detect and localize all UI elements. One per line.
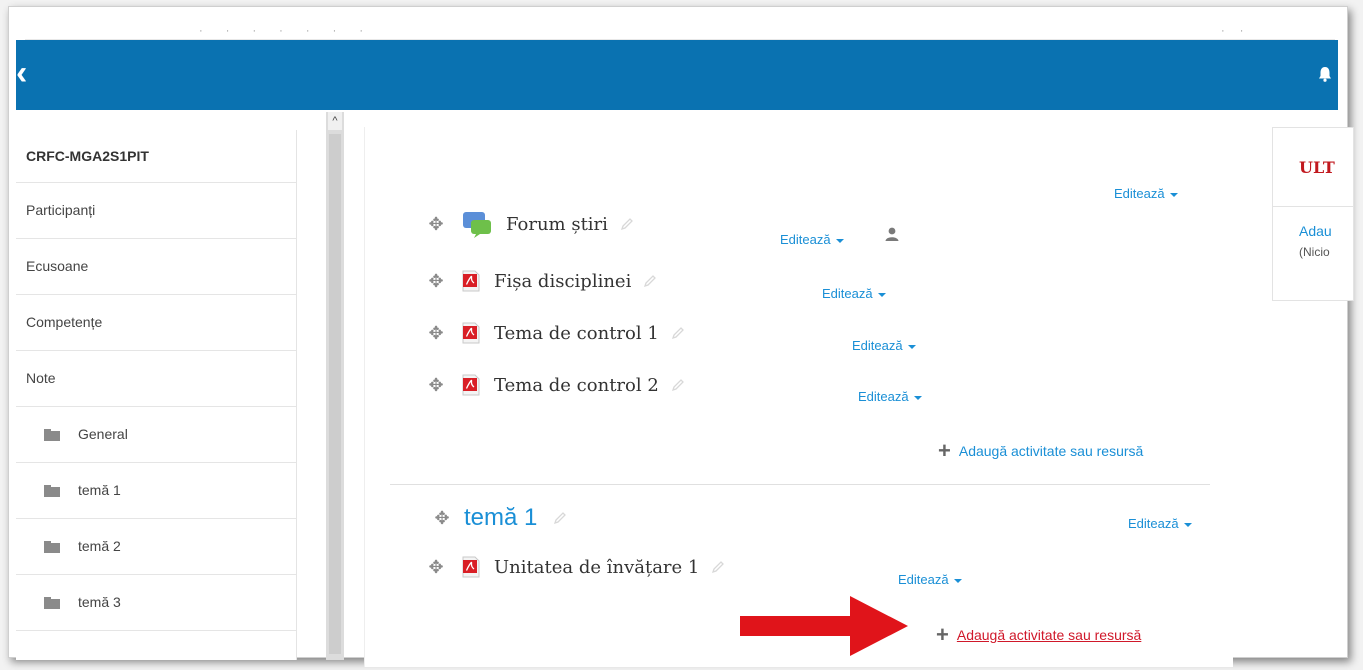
move-handle-icon[interactable]: ✥ <box>424 375 448 396</box>
activity-name[interactable]: Unitatea de învățare 1 <box>494 557 699 578</box>
notification-bell-icon[interactable] <box>1318 66 1332 82</box>
pencil-edit-icon[interactable] <box>553 511 567 525</box>
activity-name[interactable]: Forum știri <box>506 214 608 235</box>
pencil-edit-icon[interactable] <box>643 274 657 288</box>
folder-icon <box>44 540 60 553</box>
user-group-icon[interactable] <box>884 226 900 242</box>
navbar: ‹ <box>16 40 1338 110</box>
block-heading: ULT <box>1299 158 1335 177</box>
pdf-icon <box>462 322 480 344</box>
activity-edit-menu[interactable]: Editează <box>858 389 922 404</box>
top-dots-right: · · <box>1221 25 1250 37</box>
sidebar-item-competente[interactable]: Competențe <box>16 295 296 351</box>
pdf-icon <box>462 270 480 292</box>
block-add-link[interactable]: Adau <box>1299 223 1332 239</box>
nav-drawer-toggle-icon[interactable]: ‹ <box>16 56 27 90</box>
sidebar-section-label: General <box>78 426 128 442</box>
section-heading: ✥ temă 1 <box>430 504 567 532</box>
activity-name[interactable]: Tema de control 1 <box>494 323 659 344</box>
sidebar-item-ecusoane[interactable]: Ecusoane <box>16 239 296 295</box>
pencil-edit-icon[interactable] <box>671 378 685 392</box>
sidebar-section-label: temă 3 <box>78 594 121 610</box>
activity-name[interactable]: Tema de control 2 <box>494 375 659 396</box>
activity-edit-menu[interactable]: Editează <box>780 232 844 247</box>
block-note: (Nicio <box>1299 245 1330 259</box>
activity-tema-de-control-2: ✥ Tema de control 2 <box>424 374 685 396</box>
move-handle-icon[interactable]: ✥ <box>430 508 454 529</box>
activity-unitatea-de-invatare-1: ✥ Unitatea de învățare 1 <box>424 556 725 578</box>
section-edit-menu[interactable]: Editează <box>1128 516 1192 531</box>
pencil-edit-icon[interactable] <box>711 560 725 574</box>
activity-name[interactable]: Fișa disciplinei <box>494 271 631 292</box>
caret-down-icon <box>953 578 962 583</box>
caret-down-icon <box>877 292 886 297</box>
caret-down-icon <box>835 238 844 243</box>
activity-edit-menu[interactable]: Editează <box>852 338 916 353</box>
activity-edit-menu[interactable]: Editează <box>822 286 886 301</box>
sidebar-scrollbar[interactable]: ^ <box>326 112 344 660</box>
forum-icon <box>463 212 491 238</box>
folder-icon <box>44 596 60 609</box>
section-divider <box>390 484 1210 485</box>
sidebar-item-participanti[interactable]: Participanți <box>16 183 296 239</box>
move-handle-icon[interactable]: ✥ <box>424 271 448 292</box>
plus-icon: + <box>938 438 951 463</box>
move-handle-icon[interactable]: ✥ <box>424 557 448 578</box>
sidebar-section-tema-1[interactable]: temă 1 <box>16 463 296 519</box>
caret-down-icon <box>1183 522 1192 527</box>
course-navigation-sidebar: CRFC-MGA2S1PIT Participanți Ecusoane Com… <box>16 130 297 660</box>
pencil-edit-icon[interactable] <box>620 217 634 231</box>
caret-down-icon <box>907 344 916 349</box>
block-divider <box>1273 206 1353 207</box>
course-content <box>364 127 1233 667</box>
add-activity-link[interactable]: Adaugă activitate sau resursă <box>959 443 1143 459</box>
scroll-up-icon[interactable]: ^ <box>328 112 342 130</box>
caret-down-icon <box>1169 192 1178 197</box>
scrollbar-thumb[interactable] <box>329 134 341 654</box>
pencil-edit-icon[interactable] <box>671 326 685 340</box>
sidebar-section-label: temă 1 <box>78 482 121 498</box>
caret-down-icon <box>913 395 922 400</box>
move-handle-icon[interactable]: ✥ <box>424 323 448 344</box>
latest-announcements-block: ULT Adau (Nicio <box>1272 127 1354 301</box>
add-activity-link[interactable]: Adaugă activitate sau resursă <box>957 627 1141 643</box>
add-activity-row[interactable]: + Adaugă activitate sau resursă <box>938 440 1143 462</box>
section-title[interactable]: temă 1 <box>464 504 537 532</box>
folder-icon <box>44 484 60 497</box>
sidebar-section-general[interactable]: General <box>16 407 296 463</box>
pdf-icon <box>462 556 480 578</box>
activity-fisa-disciplinei: ✥ Fișa disciplinei <box>424 270 657 292</box>
top-dots: · · · · · · · <box>199 25 373 37</box>
folder-icon <box>44 428 60 441</box>
activity-forum: ✥ Forum știri <box>424 210 634 238</box>
red-arrow-annotation-icon <box>740 596 908 656</box>
plus-icon: + <box>936 622 949 647</box>
activity-tema-de-control-1: ✥ Tema de control 1 <box>424 322 685 344</box>
sidebar-section-label: temă 2 <box>78 538 121 554</box>
sidebar-item-note[interactable]: Note <box>16 351 296 407</box>
course-title[interactable]: CRFC-MGA2S1PIT <box>16 130 296 183</box>
move-handle-icon[interactable]: ✥ <box>424 214 448 235</box>
section-edit-menu[interactable]: Editează <box>1114 186 1178 201</box>
sidebar-section-tema-3[interactable]: temă 3 <box>16 575 296 631</box>
activity-edit-menu[interactable]: Editează <box>898 572 962 587</box>
pdf-icon <box>462 374 480 396</box>
add-activity-row[interactable]: + Adaugă activitate sau resursă <box>936 624 1141 646</box>
sidebar-section-tema-2[interactable]: temă 2 <box>16 519 296 575</box>
